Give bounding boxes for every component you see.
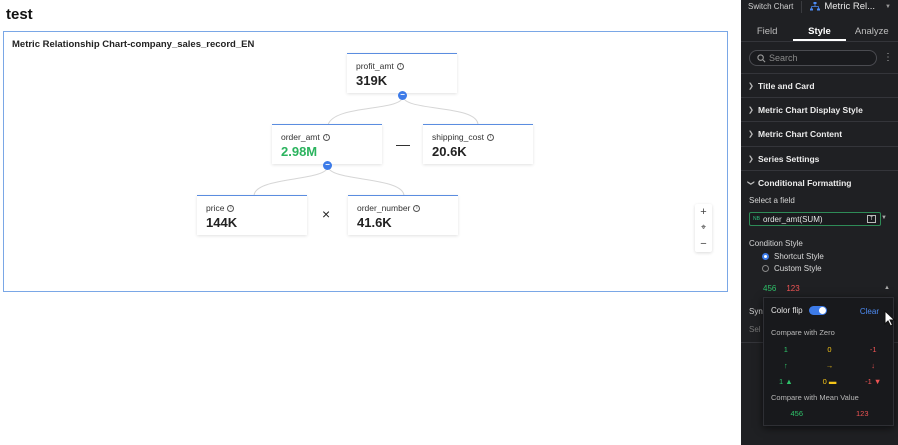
node-order-number[interactable]: order_number i 41.6K: [348, 195, 458, 235]
condition-style-label: Condition Style: [749, 239, 803, 248]
node-order-amt[interactable]: order_amt i 2.98M: [272, 124, 382, 164]
tab-style[interactable]: Style: [793, 22, 846, 41]
section-display-style[interactable]: ❯ Metric Chart Display Style: [741, 97, 898, 121]
field-type-tag: NB: [753, 216, 760, 222]
chevron-right-icon: ❯: [748, 82, 754, 90]
partial-placeholder: Sel: [749, 325, 761, 334]
switch-chart-label: Switch Chart: [748, 2, 794, 11]
chevron-right-icon: ❯: [748, 130, 754, 138]
zoom-controls: + ⌖ −: [695, 204, 712, 252]
combo-positive: 1 ▲: [778, 377, 793, 386]
chevron-right-icon: ❯: [748, 106, 754, 114]
color-flip-label: Color flip: [771, 306, 803, 315]
arrow-down-icon: ↓: [871, 361, 876, 370]
chart-type-label: Metric Rel...: [824, 1, 876, 12]
chevron-down-icon: ❯: [747, 179, 754, 186]
arrow-up-icon: ↑: [783, 361, 788, 370]
info-icon[interactable]: i: [396, 62, 404, 70]
partial-label: Syn: [749, 307, 763, 316]
node-value: 2.98M: [281, 144, 318, 159]
node-profit-amt[interactable]: profit_amt i 319K: [347, 53, 457, 93]
preview-positive: 456: [763, 283, 777, 293]
info-icon[interactable]: i: [413, 204, 421, 212]
operator-minus: —: [396, 136, 410, 152]
node-value: 20.6K: [432, 144, 467, 159]
radio-custom-style[interactable]: Custom Style: [762, 264, 822, 273]
mouse-cursor-icon: [884, 310, 896, 327]
tab-field[interactable]: Field: [741, 22, 793, 41]
zero-numbers-row[interactable]: 1 0 -1: [764, 345, 895, 354]
color-flip-toggle[interactable]: [808, 306, 827, 315]
node-label: order_amt i: [281, 132, 330, 142]
node-value: 144K: [206, 215, 238, 230]
style-popover: Color flip Clear Compare with Zero 1 0 -…: [763, 297, 894, 426]
collapse-toggle-order[interactable]: −: [323, 161, 332, 170]
zero-combo-row[interactable]: 1 ▲ 0 ▬ -1 ▼: [764, 377, 895, 386]
chevron-down-icon[interactable]: ▼: [881, 215, 887, 221]
collapse-toggle-profit[interactable]: −: [398, 91, 407, 100]
connector-order-number: [327, 165, 405, 197]
more-options-icon[interactable]: ⋮: [883, 52, 893, 63]
radio-selected[interactable]: [762, 253, 769, 260]
select-field-label: Select a field: [749, 196, 795, 205]
mean-negative: 123: [855, 409, 869, 418]
node-label: order_number i: [357, 203, 421, 213]
operator-times: ×: [322, 206, 331, 222]
mean-positive: 456: [790, 409, 803, 418]
page-title: test: [6, 6, 33, 23]
fit-view-icon[interactable]: ⌖: [701, 222, 706, 233]
chevron-up-icon[interactable]: ▲: [884, 285, 890, 291]
compare-zero-title: Compare with Zero: [771, 328, 835, 337]
radio-unselected[interactable]: [762, 265, 769, 272]
search-box: [749, 50, 877, 66]
field-select-value: order_amt(SUM): [762, 214, 823, 224]
mean-values-row[interactable]: 456 123: [764, 409, 895, 418]
node-price[interactable]: price i 144K: [197, 195, 307, 235]
style-preview-select[interactable]: 456 123 ▲: [763, 282, 890, 294]
connector-profit-shipping: [402, 95, 479, 126]
field-select[interactable]: NB order_amt(SUM) T: [749, 212, 881, 226]
arrow-right-icon: →: [825, 361, 834, 370]
info-icon[interactable]: i: [486, 133, 494, 141]
preview-negative: 123: [786, 283, 800, 293]
info-icon[interactable]: i: [322, 133, 330, 141]
node-label: price i: [206, 203, 235, 213]
zero-arrows-row[interactable]: ↑ → ↓: [764, 361, 895, 370]
node-value: 319K: [356, 73, 388, 88]
node-value: 41.6K: [357, 215, 392, 230]
connector-order-price: [253, 165, 329, 197]
zero-negative: -1: [869, 345, 877, 354]
section-chart-content[interactable]: ❯ Metric Chart Content: [741, 121, 898, 145]
chevron-down-icon[interactable]: ▼: [885, 4, 891, 10]
search-icon: [757, 53, 766, 62]
zoom-out-icon[interactable]: −: [700, 238, 706, 250]
node-shipping-cost[interactable]: shipping_cost i 20.6K: [423, 124, 533, 164]
chart-type-selector[interactable]: Metric Rel... ▼: [810, 1, 891, 12]
node-label: shipping_cost i: [432, 132, 494, 142]
color-flip-row: Color flip: [771, 306, 827, 315]
zero-neutral: 0: [827, 345, 832, 354]
zoom-in-icon[interactable]: +: [700, 206, 706, 218]
tree-chart-icon: [810, 2, 821, 11]
switch-chart-row: Switch Chart Metric Rel... ▼: [741, 0, 898, 13]
chart-card[interactable]: Metric Relationship Chart-company_sales_…: [3, 31, 728, 292]
zero-positive: 1: [783, 345, 788, 354]
section-conditional-formatting[interactable]: ❯ Conditional Formatting: [741, 170, 898, 194]
text-type-icon: T: [867, 215, 876, 223]
clear-link[interactable]: Clear: [860, 307, 879, 316]
section-series-settings[interactable]: ❯ Series Settings: [741, 146, 898, 170]
combo-neutral: 0 ▬: [822, 377, 837, 386]
panel-tabs: Field Style Analyze: [741, 22, 898, 42]
node-label: profit_amt i: [356, 61, 404, 71]
compare-mean-title: Compare with Mean Value: [771, 393, 859, 402]
tab-analyze[interactable]: Analyze: [846, 22, 898, 41]
section-title-and-card[interactable]: ❯ Title and Card: [741, 73, 898, 97]
search-input[interactable]: [769, 53, 869, 63]
combo-negative: -1 ▼: [865, 377, 882, 386]
chevron-right-icon: ❯: [748, 155, 754, 163]
radio-shortcut-style[interactable]: Shortcut Style: [762, 252, 824, 261]
divider: [801, 0, 803, 13]
connector-profit-order: [327, 95, 404, 126]
info-icon[interactable]: i: [227, 204, 235, 212]
